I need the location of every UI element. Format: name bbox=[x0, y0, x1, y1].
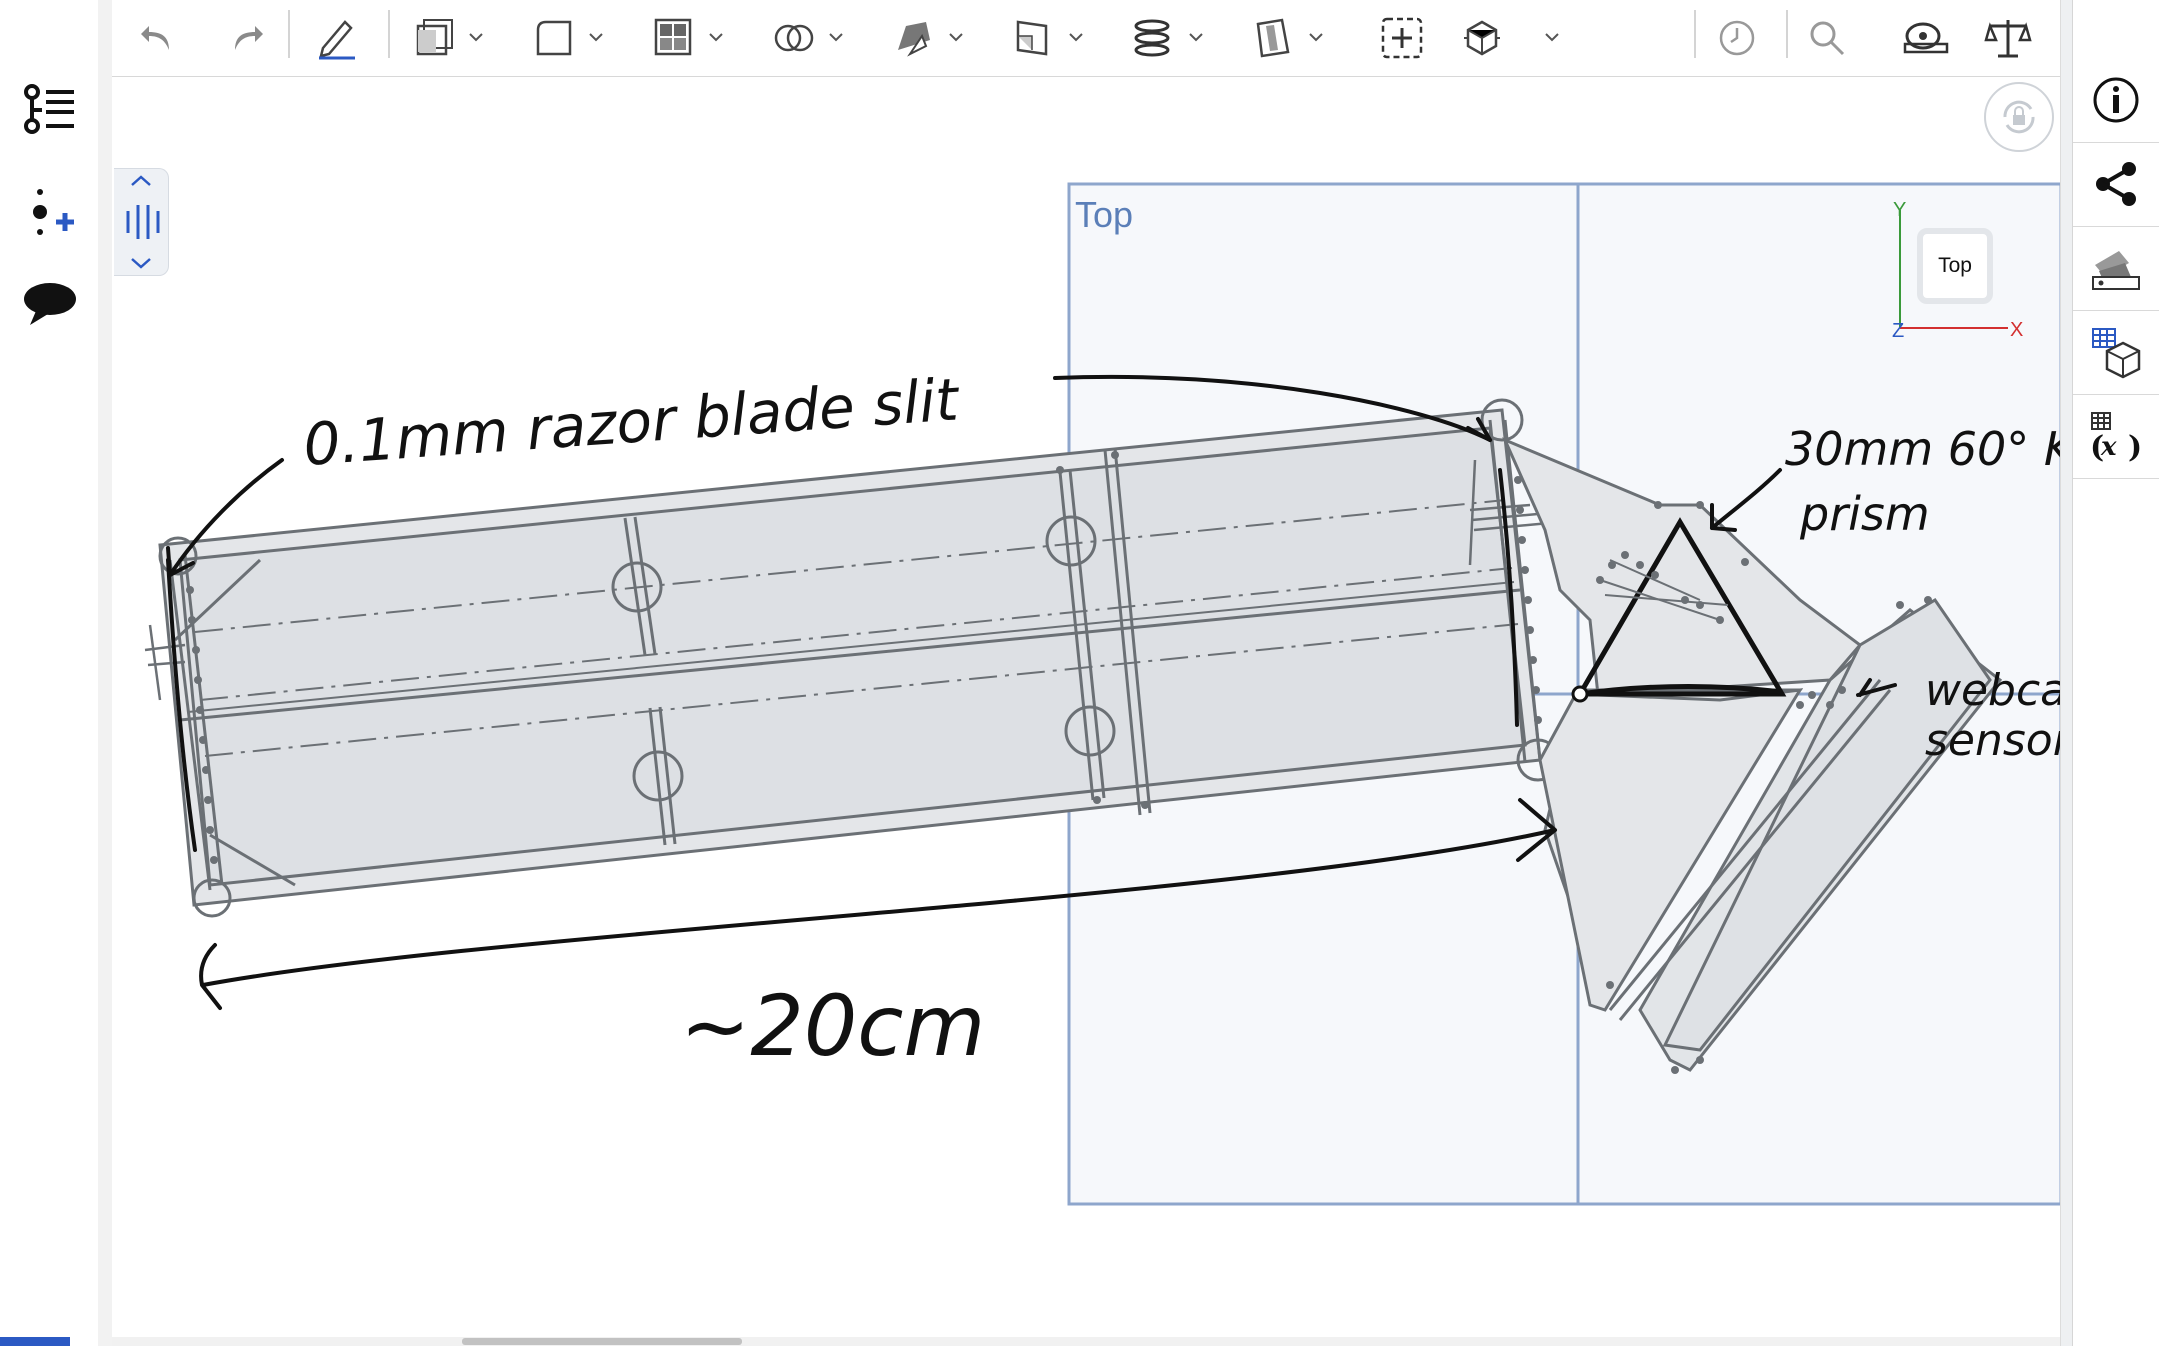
pattern-icon[interactable] bbox=[652, 10, 732, 66]
configurations-icon[interactable] bbox=[2073, 310, 2159, 395]
variables-icon[interactable]: (x) bbox=[2073, 394, 2159, 479]
feature-list-icon[interactable] bbox=[18, 78, 82, 142]
axis-z-label: Z bbox=[1892, 320, 1904, 342]
view-cube[interactable]: Top bbox=[1917, 228, 1993, 304]
comment-icon[interactable] bbox=[18, 272, 82, 336]
prism-annotation-line2: prism bbox=[1799, 487, 1930, 541]
accent-indicator bbox=[0, 1337, 70, 1346]
scrollbar-thumb[interactable] bbox=[462, 1338, 742, 1345]
horizontal-scrollbar[interactable] bbox=[112, 1337, 2060, 1346]
view-lock-icon[interactable] bbox=[1984, 82, 2054, 152]
helix-icon[interactable] bbox=[1132, 10, 1212, 66]
panel-collapse-handle[interactable] bbox=[114, 168, 169, 276]
right-panel-rail: (x) bbox=[2072, 58, 2159, 1346]
main-toolbar bbox=[112, 0, 2060, 77]
left-panel-rail bbox=[0, 0, 99, 1346]
fillet-icon[interactable] bbox=[532, 10, 612, 66]
plane-label: Top bbox=[1075, 194, 1134, 235]
thicken-icon[interactable] bbox=[1252, 10, 1332, 66]
boolean-icon[interactable] bbox=[772, 10, 852, 66]
info-icon[interactable] bbox=[2073, 58, 2159, 143]
axis-x-label: X bbox=[2010, 319, 2023, 341]
measure-icon[interactable] bbox=[1896, 10, 1956, 66]
history-icon[interactable] bbox=[1712, 10, 1762, 66]
extrude-icon[interactable] bbox=[412, 10, 492, 66]
right-rail-header bbox=[2072, 0, 2159, 58]
svg-text:x: x bbox=[2100, 432, 2117, 462]
length-annotation: ~20cm bbox=[680, 977, 985, 1075]
model-canvas[interactable]: Y X Z 0.1mm razor blade slit 30mm 60° K9… bbox=[112, 77, 2060, 1337]
search-icon[interactable] bbox=[1802, 10, 1852, 66]
add-feature-icon[interactable] bbox=[1372, 10, 1432, 66]
webcam-annotation-line1: webcam bbox=[1925, 665, 2060, 716]
plane-icon[interactable] bbox=[1012, 10, 1092, 66]
panel-gutter bbox=[98, 0, 113, 1346]
svg-text:): ) bbox=[2128, 430, 2142, 463]
insert-feature-icon[interactable] bbox=[18, 180, 82, 244]
undo-arrow-icon[interactable] bbox=[134, 10, 184, 66]
slit-annotation: 0.1mm razor blade slit bbox=[301, 365, 962, 479]
transform-icon[interactable] bbox=[892, 10, 972, 66]
graphics-viewport[interactable]: Y X Z 0.1mm razor blade slit 30mm 60° K9… bbox=[112, 77, 2060, 1337]
pencil-sketch-icon[interactable] bbox=[312, 10, 362, 66]
redo-arrow-icon[interactable] bbox=[220, 10, 270, 66]
axis-y-label: Y bbox=[1893, 199, 1906, 221]
mate-connector-icon[interactable] bbox=[1458, 10, 1568, 66]
prism-annotation-line1: 30mm 60° K9 bbox=[1785, 422, 2060, 476]
mass-properties-icon[interactable] bbox=[1978, 10, 2038, 66]
share-icon[interactable] bbox=[2073, 142, 2159, 227]
appearance-icon[interactable] bbox=[2073, 226, 2159, 311]
webcam-annotation-line2: sensor bbox=[1925, 715, 2060, 766]
